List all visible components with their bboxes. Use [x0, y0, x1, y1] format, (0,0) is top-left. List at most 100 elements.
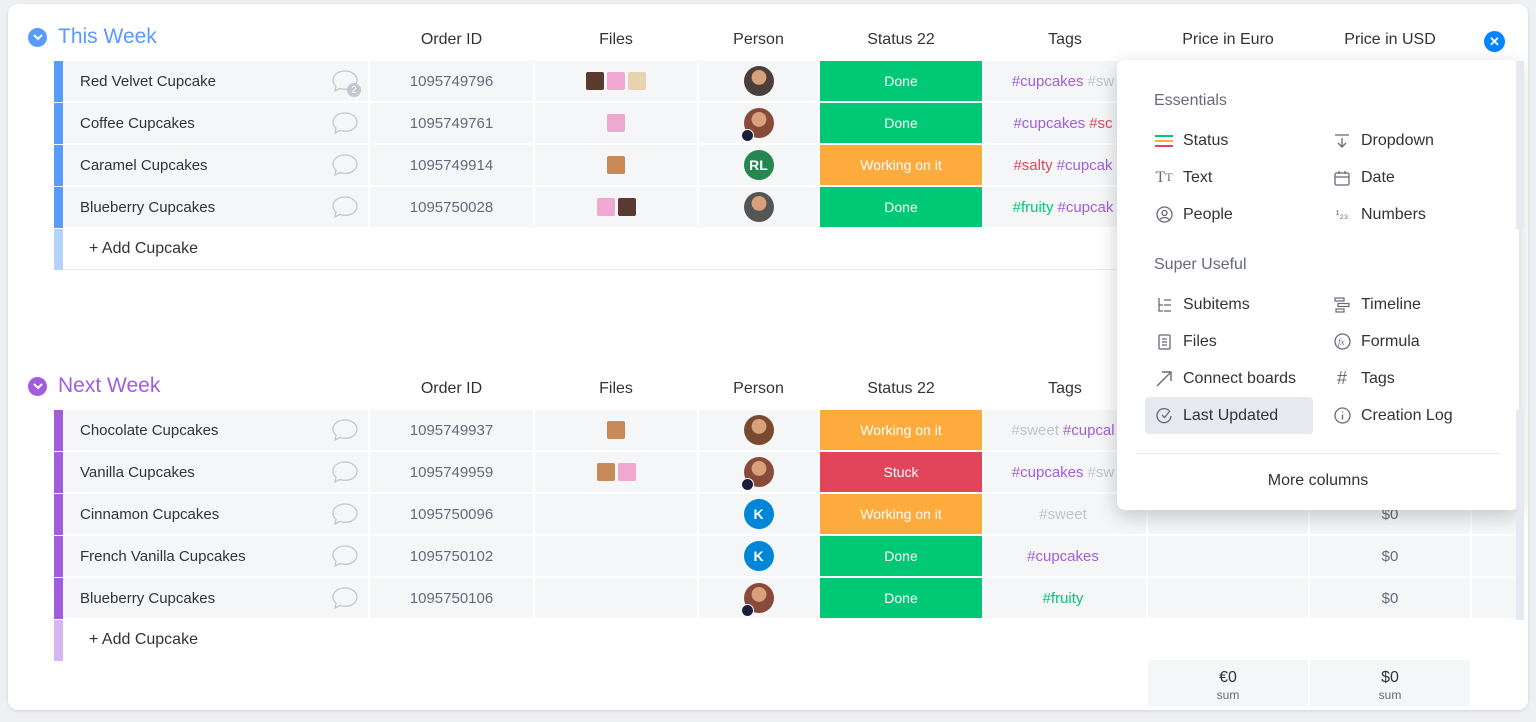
- table-row[interactable]: Blueberry Cupcakes 1095750106 Done #frui…: [54, 578, 1516, 619]
- scrollbar[interactable]: [1516, 410, 1524, 620]
- column-header-order-id[interactable]: Order ID: [370, 31, 533, 49]
- files-cell[interactable]: [535, 410, 697, 451]
- person-cell[interactable]: [699, 103, 818, 144]
- price-usd-cell[interactable]: $0: [1310, 536, 1470, 577]
- file-thumbnail[interactable]: [607, 421, 625, 439]
- order-id-cell[interactable]: 1095750028: [370, 187, 533, 228]
- column-header-status[interactable]: Status 22: [820, 31, 982, 49]
- files-cell[interactable]: [535, 61, 697, 102]
- tag[interactable]: #sweet: [1039, 506, 1087, 523]
- file-thumbnail[interactable]: [617, 463, 636, 481]
- person-cell[interactable]: [699, 187, 818, 228]
- file-thumbnail[interactable]: [628, 72, 646, 90]
- tag[interactable]: #cupcakes: [1012, 73, 1084, 90]
- order-id-cell[interactable]: 1095750096: [370, 494, 533, 535]
- tag[interactable]: #cupcak: [1057, 199, 1113, 216]
- menu-item-text[interactable]: TT Text: [1145, 159, 1313, 196]
- menu-item-last-updated[interactable]: Last Updated: [1145, 397, 1313, 434]
- person-cell[interactable]: RL: [699, 145, 818, 186]
- status-label[interactable]: Working on it: [820, 410, 982, 451]
- status-label[interactable]: Done: [820, 61, 982, 102]
- status-label[interactable]: Done: [820, 103, 982, 144]
- file-thumbnail[interactable]: [607, 114, 625, 132]
- menu-item-status[interactable]: Status: [1145, 122, 1313, 159]
- tag[interactable]: #sw: [1088, 73, 1115, 90]
- column-header-order-id[interactable]: Order ID: [370, 380, 533, 398]
- avatar[interactable]: [743, 66, 774, 96]
- menu-item-files[interactable]: Files: [1145, 323, 1313, 360]
- files-cell[interactable]: [535, 187, 697, 228]
- avatar[interactable]: [743, 192, 774, 222]
- updates-bubble-icon[interactable]: [322, 578, 368, 619]
- add-item-label[interactable]: + Add Cupcake: [89, 240, 198, 258]
- column-header-files[interactable]: Files: [535, 380, 697, 398]
- tag[interactable]: #fruity: [1013, 199, 1054, 216]
- status-label[interactable]: Working on it: [820, 494, 982, 535]
- avatar[interactable]: [740, 457, 774, 491]
- status-label[interactable]: Done: [820, 187, 982, 228]
- menu-item-people[interactable]: People: [1145, 196, 1313, 233]
- updates-bubble-icon[interactable]: [322, 187, 368, 228]
- status-label[interactable]: Done: [820, 536, 982, 577]
- column-header-person[interactable]: Person: [699, 380, 818, 398]
- status-label[interactable]: Working on it: [820, 145, 982, 186]
- group-title[interactable]: Next Week: [58, 374, 160, 398]
- tag[interactable]: #cupcal: [1063, 422, 1115, 439]
- updates-bubble-icon[interactable]: [322, 536, 368, 577]
- files-cell[interactable]: [535, 145, 697, 186]
- updates-bubble-icon[interactable]: [322, 494, 368, 535]
- menu-item-tags[interactable]: # Tags: [1323, 360, 1491, 397]
- scrollbar[interactable]: [1516, 61, 1524, 229]
- avatar[interactable]: [743, 415, 774, 445]
- tag[interactable]: #cupcakes: [1013, 115, 1085, 132]
- menu-item-date[interactable]: Date: [1323, 159, 1491, 196]
- file-thumbnail[interactable]: [607, 156, 625, 174]
- order-id-cell[interactable]: 1095749761: [370, 103, 533, 144]
- order-id-cell[interactable]: 1095749937: [370, 410, 533, 451]
- status-label[interactable]: Done: [820, 578, 982, 619]
- tag[interactable]: #cupcak: [1057, 157, 1113, 174]
- person-cell[interactable]: [699, 410, 818, 451]
- tag[interactable]: #sw: [1088, 464, 1115, 481]
- order-id-cell[interactable]: 1095749959: [370, 452, 533, 493]
- person-cell[interactable]: K: [699, 494, 818, 535]
- updates-bubble-icon[interactable]: 2: [322, 61, 368, 102]
- menu-item-formula[interactable]: fx Formula: [1323, 323, 1491, 360]
- file-thumbnail[interactable]: [596, 198, 615, 216]
- column-header-person[interactable]: Person: [699, 31, 818, 49]
- status-label[interactable]: Stuck: [820, 452, 982, 493]
- tag[interactable]: #sc: [1089, 115, 1112, 132]
- file-thumbnail[interactable]: [607, 72, 625, 90]
- avatar[interactable]: [740, 108, 774, 142]
- avatar[interactable]: K: [743, 541, 774, 571]
- column-header-price-usd[interactable]: Price in USD: [1310, 31, 1470, 49]
- tags-cell[interactable]: #fruity: [984, 578, 1146, 619]
- menu-item-creation-log[interactable]: Creation Log: [1323, 397, 1491, 434]
- files-cell[interactable]: [535, 536, 697, 577]
- file-thumbnail[interactable]: [586, 72, 604, 90]
- updates-bubble-icon[interactable]: [322, 452, 368, 493]
- avatar[interactable]: RL: [743, 150, 774, 180]
- menu-item-connect-boards[interactable]: Connect boards: [1145, 360, 1313, 397]
- tag[interactable]: #salty: [1013, 157, 1052, 174]
- avatar[interactable]: [740, 583, 774, 617]
- avatar[interactable]: K: [743, 499, 774, 529]
- file-thumbnail[interactable]: [596, 463, 615, 481]
- order-id-cell[interactable]: 1095750106: [370, 578, 533, 619]
- menu-item-subitems[interactable]: Subitems: [1145, 286, 1313, 323]
- close-column-menu-icon[interactable]: ✕: [1484, 31, 1505, 52]
- order-id-cell[interactable]: 1095750102: [370, 536, 533, 577]
- tag[interactable]: #fruity: [1043, 590, 1084, 607]
- tag[interactable]: #cupcakes: [1027, 548, 1099, 565]
- more-columns-button[interactable]: More columns: [1117, 472, 1519, 490]
- person-cell[interactable]: [699, 578, 818, 619]
- group-title[interactable]: This Week: [58, 25, 157, 49]
- person-cell[interactable]: K: [699, 536, 818, 577]
- order-id-cell[interactable]: 1095749914: [370, 145, 533, 186]
- column-header-files[interactable]: Files: [535, 31, 697, 49]
- files-cell[interactable]: [535, 578, 697, 619]
- menu-item-numbers[interactable]: ¹₂₃ Numbers: [1323, 196, 1491, 233]
- group-collapse-chevron-icon[interactable]: [28, 377, 47, 396]
- tag[interactable]: #sweet: [1011, 422, 1059, 439]
- files-cell[interactable]: [535, 494, 697, 535]
